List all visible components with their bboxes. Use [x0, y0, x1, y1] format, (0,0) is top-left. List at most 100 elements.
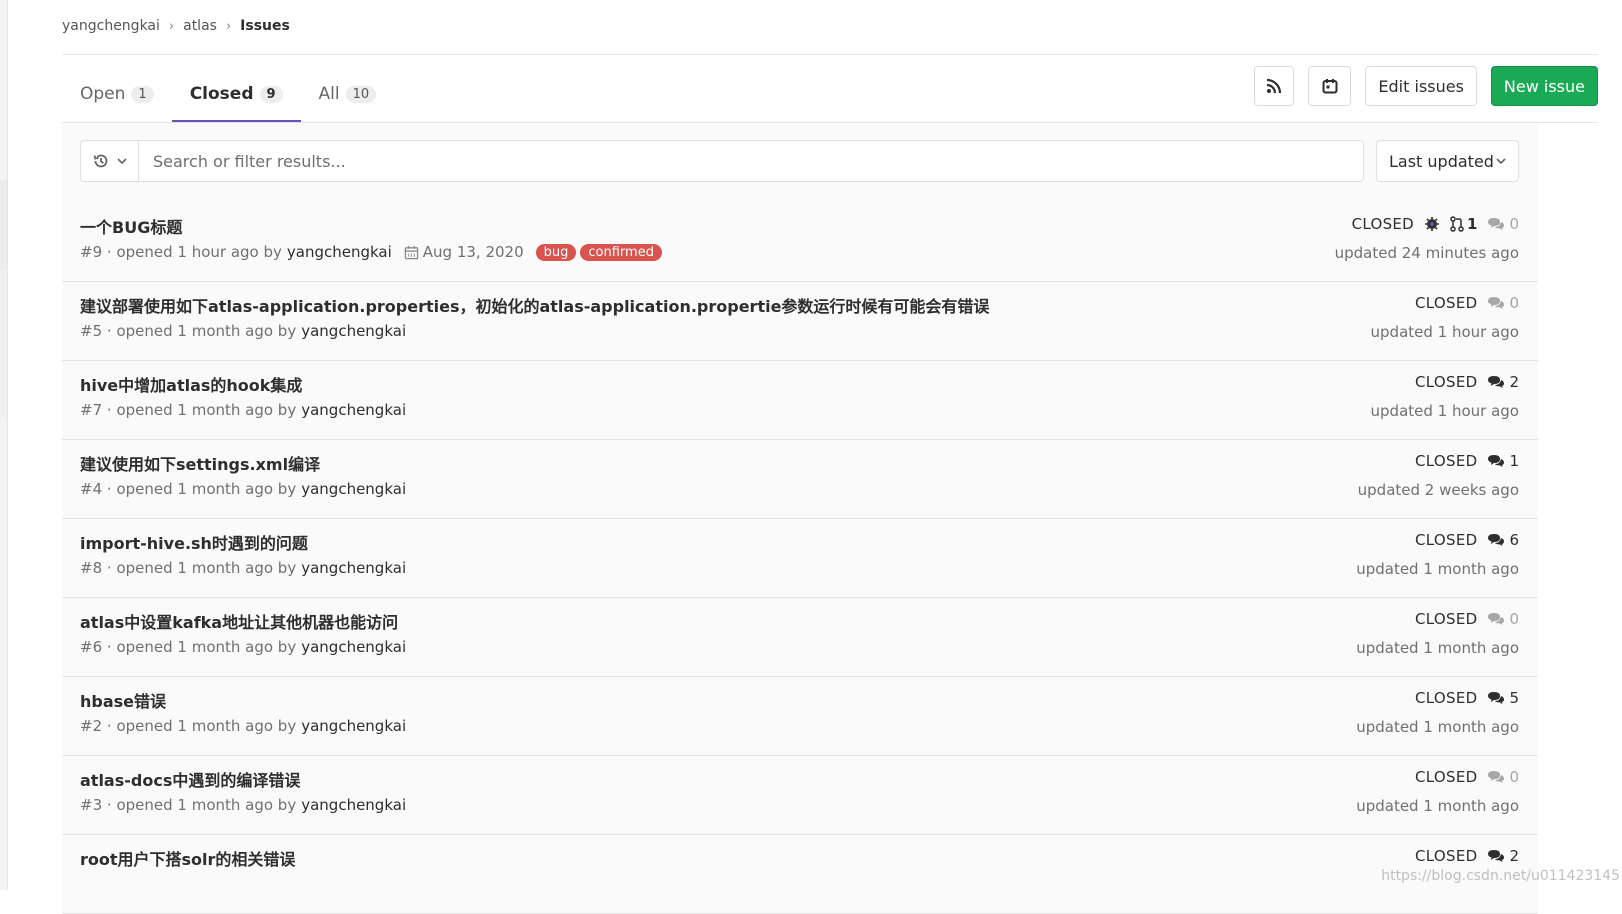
comments-count[interactable]: 2 [1487, 373, 1519, 391]
new-issue-button[interactable]: New issue [1490, 66, 1598, 106]
rss-button[interactable] [1254, 66, 1295, 106]
issue-status: CLOSED 0 [1415, 768, 1519, 786]
due-date-text: Aug 13, 2020 [422, 243, 524, 261]
meta-separator: · [102, 559, 117, 577]
issue-state: CLOSED [1415, 452, 1478, 470]
chevron-down-icon [116, 158, 127, 165]
meta-separator: · [102, 717, 117, 735]
chevron-down-icon [1496, 158, 1506, 165]
meta-separator: · [102, 796, 117, 814]
issue-author[interactable]: yangchengkai [287, 243, 392, 261]
comments-icon [1488, 297, 1505, 309]
filter-area: Last updated [62, 123, 1538, 203]
issue-state: CLOSED [1415, 531, 1478, 549]
issue-title[interactable]: import-hive.sh时遇到的问题 [80, 530, 308, 554]
comments-icon [1488, 218, 1505, 230]
issue-title[interactable]: root用户下搭solr的相关错误 [80, 846, 295, 870]
issue-opened: opened 1 month ago by [116, 559, 297, 577]
merge-request-count-value: 1 [1467, 215, 1478, 233]
issue-opened: opened 1 month ago by [116, 717, 297, 735]
comments-icon [1488, 534, 1505, 546]
issue-state: CLOSED [1415, 294, 1478, 312]
list-item: atlas中设置kafka地址让其他机器也能访问 #6 · opened 1 m… [62, 598, 1538, 677]
issue-updated: updated 1 hour ago [1370, 323, 1519, 341]
breadcrumb-item-user[interactable]: yangchengkai [62, 18, 160, 34]
due-date: Aug 13, 2020 [404, 243, 524, 261]
issue-status: CLOSED 0 [1415, 610, 1519, 628]
issue-author[interactable]: yangchengkai [301, 480, 406, 498]
issue-number: #6 [80, 638, 103, 656]
tab-count-badge: 9 [259, 85, 283, 103]
tab-all[interactable]: All 10 [301, 66, 395, 122]
issue-updated: updated 24 minutes ago [1334, 244, 1519, 262]
merge-request-count[interactable]: 1 [1450, 215, 1477, 233]
left-sidebar-edge [0, 0, 8, 890]
comments-count[interactable]: 0 [1487, 768, 1519, 786]
issue-author[interactable]: yangchengkai [301, 401, 406, 419]
calendar-icon [404, 245, 419, 259]
sidebar-shade [0, 270, 7, 420]
label-bug[interactable]: bug [535, 243, 577, 261]
label-confirmed[interactable]: confirmed [580, 243, 662, 261]
issue-updated: updated 1 month ago [1356, 797, 1519, 815]
sort-dropdown[interactable]: Last updated [1376, 140, 1519, 182]
comments-icon [1488, 771, 1505, 783]
comments-count[interactable]: 1 [1487, 452, 1519, 470]
list-item: 建议使用如下settings.xml编译 #4 · opened 1 month… [62, 440, 1538, 519]
milestone-icon[interactable] [1424, 216, 1440, 232]
issue-title[interactable]: atlas-docs中遇到的编译错误 [80, 767, 300, 791]
issue-number: #5 [80, 322, 103, 340]
issue-number: #8 [80, 559, 103, 577]
issue-author[interactable]: yangchengkai [301, 717, 406, 735]
issue-updated: updated 1 month ago [1356, 639, 1519, 657]
comments-icon [1488, 850, 1505, 862]
meta-separator: · [102, 480, 117, 498]
issue-meta: #9 · opened 1 hour ago by yangchengkai A… [80, 243, 662, 261]
chevron-right-icon: › [168, 18, 175, 34]
issue-author[interactable]: yangchengkai [301, 559, 406, 577]
comments-count-value: 2 [1509, 373, 1519, 391]
edit-issues-button[interactable]: Edit issues [1365, 66, 1477, 106]
issues-page: yangchengkai › atlas › Issues Open 1 Clo… [62, 0, 1598, 914]
list-item: root用户下搭solr的相关错误 CLOSED 2 [62, 835, 1538, 914]
issue-title[interactable]: 一个BUG标题 [80, 214, 182, 238]
comments-count[interactable]: 6 [1487, 531, 1519, 549]
comments-count[interactable]: 0 [1487, 215, 1519, 233]
list-item: 建议部署使用如下atlas-application.properties，初始化… [62, 282, 1538, 361]
comments-count[interactable]: 2 [1487, 847, 1519, 865]
issue-updated: updated 2 weeks ago [1357, 481, 1519, 499]
comments-count[interactable]: 0 [1487, 294, 1519, 312]
comments-count[interactable]: 5 [1487, 689, 1519, 707]
issue-title[interactable]: hbase错误 [80, 688, 166, 712]
list-item: 一个BUG标题 #9 · opened 1 hour ago by yangch… [62, 203, 1538, 282]
issue-title[interactable]: hive中增加atlas的hook集成 [80, 372, 302, 396]
calendar-button[interactable] [1308, 66, 1352, 106]
breadcrumb-current: Issues [240, 18, 290, 34]
list-item: atlas-docs中遇到的编译错误 #3 · opened 1 month a… [62, 756, 1538, 835]
issue-title[interactable]: atlas中设置kafka地址让其他机器也能访问 [80, 609, 398, 633]
breadcrumb-item-project[interactable]: atlas [183, 18, 217, 34]
issue-title[interactable]: 建议部署使用如下atlas-application.properties，初始化… [80, 293, 989, 317]
issue-updated: updated 1 hour ago [1370, 402, 1519, 420]
history-icon [93, 154, 107, 168]
issue-state: CLOSED [1415, 610, 1478, 628]
issue-title[interactable]: 建议使用如下settings.xml编译 [80, 451, 320, 475]
tab-label: Closed [189, 84, 254, 104]
search-input[interactable] [139, 142, 1363, 180]
meta-separator: · [102, 322, 117, 340]
tab-closed[interactable]: Closed 9 [171, 66, 301, 122]
issue-author[interactable]: yangchengkai [301, 638, 406, 656]
breadcrumb: yangchengkai › atlas › Issues [62, 14, 290, 38]
issue-state: CLOSED [1415, 847, 1478, 865]
watermark: https://blog.csdn.net/u011423145 [1381, 868, 1620, 884]
divider [62, 54, 1598, 55]
comments-count[interactable]: 0 [1487, 610, 1519, 628]
tab-open[interactable]: Open 1 [62, 66, 172, 122]
list-item: hbase错误 #2 · opened 1 month ago by yangc… [62, 677, 1538, 756]
list-item: hive中增加atlas的hook集成 #7 · opened 1 month … [62, 361, 1538, 440]
issue-author[interactable]: yangchengkai [301, 322, 406, 340]
issue-author[interactable]: yangchengkai [301, 796, 406, 814]
issue-status: CLOSED 6 [1415, 531, 1519, 549]
recent-searches-dropdown[interactable] [81, 141, 139, 181]
issue-state: CLOSED [1415, 689, 1478, 707]
